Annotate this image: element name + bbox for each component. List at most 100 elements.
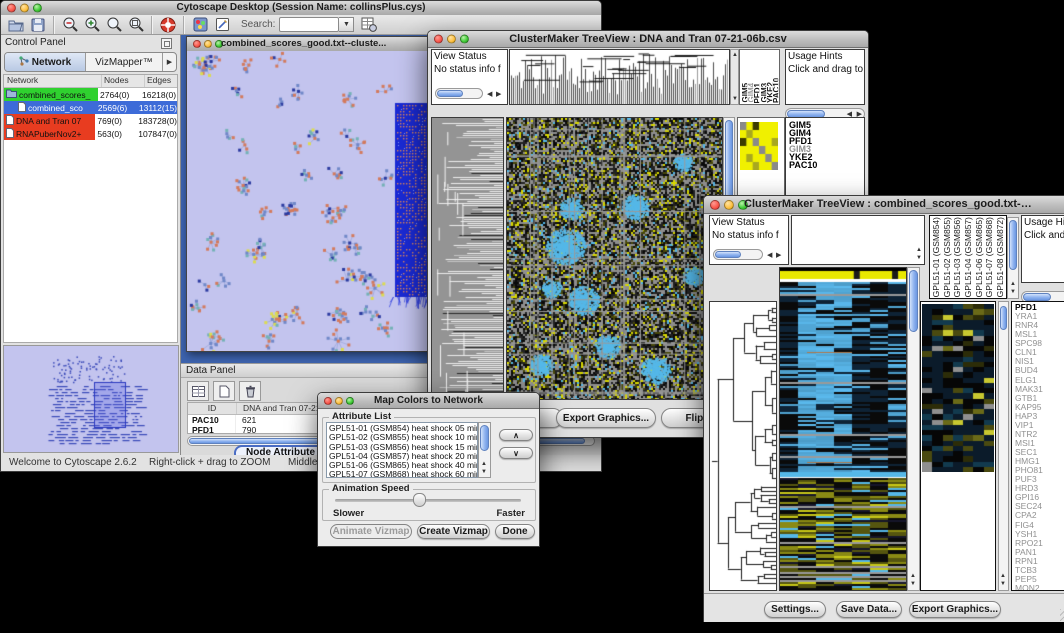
tv2-heatmap-vscrollbar[interactable]: ▲ ▼	[907, 267, 920, 591]
row-label[interactable]: PAC10	[789, 161, 817, 169]
minimize-button[interactable]	[20, 4, 29, 13]
scroll-down-icon[interactable]: ▼	[910, 580, 916, 588]
minimize-button[interactable]	[335, 397, 343, 405]
search-dropdown-button[interactable]: ▼	[339, 17, 354, 32]
close-button[interactable]	[7, 4, 16, 13]
scroll-up-icon[interactable]: ▲	[481, 460, 487, 468]
new-attribute-icon[interactable]	[213, 381, 235, 401]
minimize-button[interactable]	[724, 200, 734, 210]
zoom-fit-icon[interactable]	[125, 15, 147, 35]
tv1-global-heatmap[interactable]	[506, 117, 723, 400]
vizmapper-shortcut-icon[interactable]	[189, 15, 211, 35]
tv2-row-dendrogram[interactable]	[709, 301, 777, 591]
tv1-status-hscrollbar[interactable]	[435, 88, 483, 99]
col-header-edges[interactable]: Edges	[145, 75, 177, 87]
network-table-row[interactable]: combined_sco2569(6)13112(15)	[4, 101, 177, 114]
animation-slider-thumb[interactable]	[413, 493, 426, 507]
tv1-export-graphics-button[interactable]: Export Graphics...	[556, 408, 656, 428]
network-canvas[interactable]	[187, 51, 432, 351]
column-label[interactable]: GPL51-02 (GSM855)	[942, 217, 952, 297]
scroll-down-icon[interactable]: ▼	[916, 254, 922, 262]
tv2-settings-button[interactable]: Settings...	[764, 601, 826, 618]
select-attributes-icon[interactable]	[187, 381, 209, 401]
tv2-zoom-panel[interactable]	[920, 301, 996, 591]
create-vizmap-button[interactable]: Create Vizmap	[417, 524, 490, 539]
col-header-nodes[interactable]: Nodes	[102, 75, 145, 87]
close-button[interactable]	[324, 397, 332, 405]
zoom-actual-icon[interactable]	[103, 15, 125, 35]
attribute-list[interactable]: GPL51-01 (GSM854) heat shock 05 minGPL51…	[326, 422, 478, 478]
tv2-global-heatmap[interactable]	[779, 267, 907, 591]
frame-close-button[interactable]	[193, 40, 201, 48]
close-button[interactable]	[710, 200, 720, 210]
scroll-left-icon[interactable]: ◀	[767, 252, 772, 260]
tv2-row-labels[interactable]: PFD1YRA1RNR4MSL1SPC98CLN1NIS1BUD4ELG1MAK…	[1011, 301, 1064, 591]
column-label[interactable]: GPL51-01 (GSM854)	[931, 217, 941, 297]
column-label[interactable]: GPL51-08 (GSM872)	[995, 217, 1005, 297]
tv2-labels-vscrollbar[interactable]: ▲ ▼	[1007, 217, 1019, 299]
tv2-zoom-vscrollbar[interactable]: ▲ ▼	[998, 301, 1009, 591]
annotation-icon[interactable]	[211, 15, 233, 35]
tv1-column-dendrogram[interactable]	[509, 49, 730, 105]
tv2-export-graphics-button[interactable]: Export Graphics...	[909, 601, 1001, 618]
column-label[interactable]: YKE2	[766, 82, 772, 103]
column-label[interactable]: PFD1	[753, 83, 759, 103]
open-file-icon[interactable]	[5, 15, 27, 35]
move-down-button[interactable]: ∨	[499, 447, 533, 459]
float-panel-icon[interactable]	[161, 38, 172, 49]
col-header-network[interactable]: Network	[4, 75, 102, 87]
attribute-browser-icon[interactable]	[358, 15, 380, 35]
animation-slider-track[interactable]	[335, 499, 521, 502]
frame-minimize-button[interactable]	[204, 40, 212, 48]
network-table-row[interactable]: DNA and Tran 07769(0)183728(0)	[4, 114, 177, 127]
scroll-up-icon[interactable]: ▲	[1010, 280, 1016, 288]
zoom-in-icon[interactable]	[81, 15, 103, 35]
zoom-window-button[interactable]	[346, 397, 354, 405]
column-label[interactable]: GPL51-03 (GSM856)	[952, 217, 962, 297]
scroll-down-icon[interactable]: ▼	[732, 95, 738, 103]
close-button[interactable]	[434, 35, 443, 44]
scroll-down-icon[interactable]: ▼	[481, 468, 487, 476]
tv1-tree-scroll-strip[interactable]: ▲ ▼	[730, 49, 739, 105]
done-button[interactable]: Done	[495, 524, 535, 539]
tv2-status-hscrollbar[interactable]	[713, 249, 763, 260]
animate-vizmap-button[interactable]: Animate Vizmap	[330, 524, 412, 539]
column-label[interactable]: GPL51-07 (GSM868)	[984, 217, 994, 297]
scroll-up-icon[interactable]: ▲	[910, 572, 916, 580]
network-table-row[interactable]: RNAPuberNov2+563(0)107847(0)	[4, 127, 177, 140]
row-label[interactable]: MON2	[1015, 584, 1043, 591]
tv1-row-dendrogram[interactable]	[431, 117, 504, 400]
attribute-list-item[interactable]: GPL51-07 (GSM868) heat shock 60 min	[329, 470, 477, 478]
scroll-down-icon[interactable]: ▼	[1010, 288, 1016, 296]
zoom-out-icon[interactable]	[59, 15, 81, 35]
delete-attribute-icon[interactable]	[239, 381, 261, 401]
tv2-column-dendrogram[interactable]: ▲ ▼	[791, 215, 925, 265]
tab-vizmapper[interactable]: VizMapper™	[86, 53, 163, 71]
scroll-left-icon[interactable]: ◀	[487, 91, 492, 99]
scroll-up-icon[interactable]: ▲	[1000, 572, 1006, 580]
birdseye-view[interactable]	[3, 345, 179, 453]
tv1-column-labels[interactable]: GIM5GIM4PFD1GIM3YKE2PAC10	[739, 49, 780, 105]
move-up-button[interactable]: ∧	[499, 429, 533, 441]
minimize-button[interactable]	[447, 35, 456, 44]
network-table-row[interactable]: combined_scores_2764(0)16218(0)	[4, 88, 177, 101]
tv2-column-labels[interactable]: GPL51-01 (GSM854)GPL51-02 (GSM855)GPL51-…	[929, 215, 1007, 299]
scroll-up-icon[interactable]: ▲	[732, 51, 738, 59]
save-icon[interactable]	[27, 15, 49, 35]
scroll-up-icon[interactable]: ▲	[916, 246, 922, 254]
tab-overflow-button[interactable]: ▶	[163, 53, 176, 71]
column-label[interactable]: PAC10	[772, 78, 778, 103]
column-label[interactable]: GPL51-06 (GSM865)	[974, 217, 984, 297]
column-label[interactable]: GPL51-04 (GSM857)	[963, 217, 973, 297]
help-lifering-icon[interactable]	[157, 15, 179, 35]
attribute-list-vscrollbar[interactable]: ▲ ▼	[478, 422, 491, 478]
search-input[interactable]	[279, 17, 339, 32]
scroll-right-icon[interactable]: ▶	[496, 91, 501, 99]
dp-col-id[interactable]: ID	[188, 403, 237, 414]
tab-network[interactable]: Network	[5, 53, 86, 71]
column-label[interactable]: GIM3	[760, 83, 766, 103]
tv2-save-data-button[interactable]: Save Data...	[836, 601, 902, 618]
resize-grip[interactable]	[1060, 609, 1064, 621]
scroll-right-icon[interactable]: ▶	[776, 252, 781, 260]
scroll-down-icon[interactable]: ▼	[1000, 580, 1006, 588]
